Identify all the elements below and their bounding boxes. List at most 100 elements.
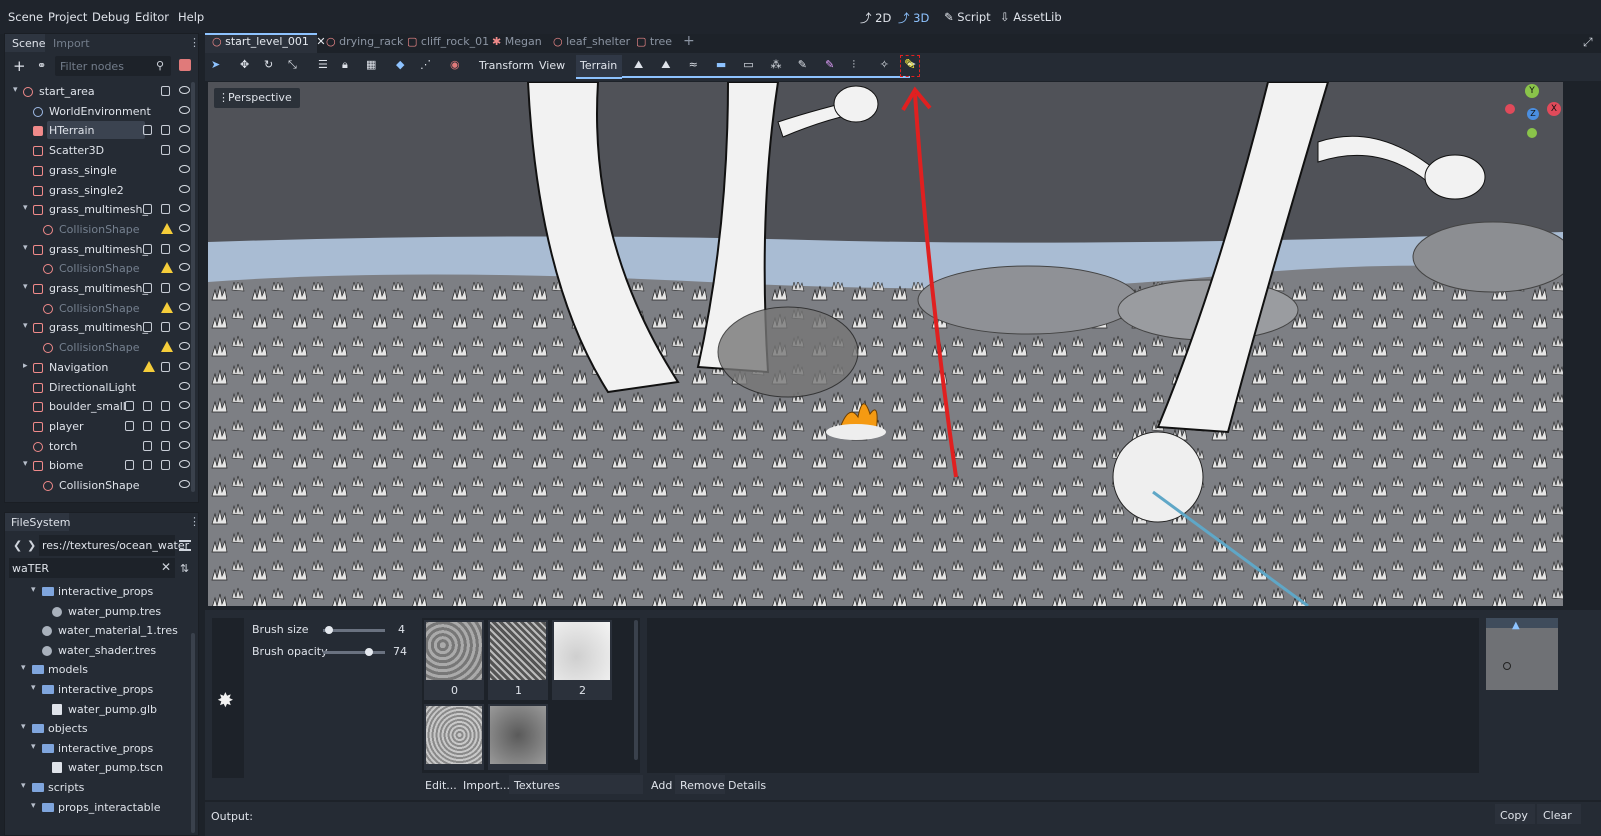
visibility-eye-icon[interactable] bbox=[179, 440, 190, 449]
color-icon[interactable]: ✎ bbox=[825, 58, 839, 72]
fold-toggle-icon[interactable]: ▾ bbox=[31, 742, 36, 752]
scene-tree-node[interactable]: Scatter3D bbox=[13, 141, 197, 161]
visibility-eye-icon[interactable] bbox=[179, 164, 190, 173]
visibility-eye-icon[interactable] bbox=[179, 361, 190, 370]
fold-toggle-icon[interactable]: ▾ bbox=[21, 663, 26, 673]
transform-menu[interactable]: Transform bbox=[479, 59, 534, 72]
3d-viewport[interactable]: ⋮ Perspective Y Z X bbox=[208, 82, 1563, 606]
rotate-tool-icon[interactable]: ↻ bbox=[264, 58, 278, 72]
fs-item[interactable]: water_pump.tscn bbox=[21, 758, 189, 778]
fs-item[interactable]: ▾ interactive_props bbox=[21, 739, 189, 759]
visibility-eye-icon[interactable] bbox=[179, 125, 190, 134]
gizmo-neg-x[interactable] bbox=[1505, 104, 1515, 114]
erode-icon[interactable]: ⁂ bbox=[771, 58, 785, 72]
animation-icon[interactable] bbox=[143, 420, 152, 431]
warning-icon[interactable] bbox=[161, 262, 173, 274]
layout-toggle-icon[interactable] bbox=[179, 540, 191, 551]
scale-tool-icon[interactable]: ⤡ bbox=[288, 58, 302, 72]
fs-search-input[interactable]: waTER ✕ bbox=[9, 558, 175, 578]
animation-icon[interactable] bbox=[143, 401, 152, 412]
snap-icon[interactable]: ⋰ bbox=[420, 58, 434, 72]
visibility-eye-icon[interactable] bbox=[179, 86, 190, 94]
scene-tree-node[interactable]: WorldEnvironment bbox=[13, 102, 197, 122]
view-menu[interactable]: View bbox=[539, 59, 565, 72]
brush-opacity-handle[interactable] bbox=[364, 648, 373, 656]
fold-toggle-icon[interactable]: ▾ bbox=[13, 85, 18, 95]
tab-megan[interactable]: ✱ Megan bbox=[492, 35, 542, 48]
level-icon[interactable]: ▬ bbox=[716, 58, 730, 72]
scene-tree-node[interactable]: grass_single2 bbox=[13, 181, 197, 201]
visibility-eye-icon[interactable] bbox=[179, 184, 190, 193]
visibility-eye-icon[interactable] bbox=[179, 302, 190, 311]
scene-tree-node[interactable]: player bbox=[13, 417, 197, 437]
texture-slot-4[interactable] bbox=[488, 704, 548, 770]
lock-icon[interactable] bbox=[161, 86, 170, 96]
mode-2d-button[interactable]: ⤴ 2D bbox=[860, 10, 891, 26]
script-icon[interactable] bbox=[161, 322, 170, 333]
script-icon[interactable] bbox=[161, 243, 170, 254]
path-input[interactable]: res://textures/ocean_water bbox=[39, 535, 189, 556]
visibility-eye-icon[interactable] bbox=[179, 223, 190, 232]
menu-project[interactable]: Project bbox=[48, 10, 87, 24]
terrain-menu[interactable]: Terrain bbox=[580, 59, 617, 72]
scene-tree-node[interactable]: ▾ biome bbox=[13, 456, 197, 476]
scene-tree-node[interactable]: CollisionShape bbox=[13, 259, 197, 279]
add-node-icon[interactable]: + bbox=[13, 57, 26, 75]
fs-item[interactable]: ▾ interactive_props bbox=[21, 582, 189, 602]
paint-icon[interactable]: ✎ bbox=[798, 58, 812, 72]
brush-shape-icon[interactable]: ✸ bbox=[217, 688, 234, 712]
visibility-eye-icon[interactable] bbox=[179, 283, 190, 291]
scene-tree-node[interactable]: CollisionShape bbox=[13, 338, 197, 358]
move-tool-icon[interactable]: ✥ bbox=[240, 58, 254, 72]
animation-icon[interactable] bbox=[143, 322, 152, 333]
visibility-eye-icon[interactable] bbox=[179, 381, 190, 390]
animation-icon[interactable] bbox=[143, 204, 152, 215]
dock-menu-icon[interactable]: ⋮ bbox=[189, 36, 200, 49]
import-textures-button[interactable]: Import... bbox=[463, 779, 510, 792]
lock-icon[interactable]: 🔒︎ bbox=[342, 58, 356, 72]
link-icon[interactable]: ⚭ bbox=[37, 59, 46, 72]
scene-tree-node[interactable]: DirectionalLight bbox=[13, 378, 197, 398]
fs-item[interactable]: water_material_1.tres bbox=[21, 621, 189, 641]
fs-item[interactable]: water_shader.tres bbox=[21, 641, 189, 661]
orientation-gizmo[interactable]: Y Z X bbox=[1503, 82, 1563, 142]
animation-icon[interactable] bbox=[143, 440, 152, 451]
brush-size-slider[interactable] bbox=[323, 626, 385, 634]
tab-leaf-shelter[interactable]: ○ leaf_shelter bbox=[553, 35, 630, 48]
fold-toggle-icon[interactable]: ▾ bbox=[31, 801, 36, 811]
scene-tree-node[interactable]: CollisionShape bbox=[13, 299, 197, 319]
scene-tree-node[interactable]: ▾ grass_multimesh_ bbox=[13, 318, 197, 338]
scene-tree-node[interactable]: torch bbox=[13, 437, 197, 457]
script-icon[interactable] bbox=[161, 401, 170, 412]
scene-tree-node[interactable]: ▾ grass_multimesh_ bbox=[13, 279, 197, 299]
group-icon[interactable] bbox=[125, 401, 134, 412]
group-icon[interactable] bbox=[143, 125, 152, 136]
visibility-eye-icon[interactable] bbox=[179, 480, 190, 488]
script-icon[interactable] bbox=[161, 420, 170, 431]
fs-item[interactable]: ▾ models bbox=[21, 660, 189, 680]
visibility-eye-icon[interactable] bbox=[179, 204, 190, 213]
visibility-eye-icon[interactable] bbox=[179, 342, 190, 351]
mode-assetlib-button[interactable]: ⇩ AssetLib bbox=[1000, 10, 1062, 24]
group-icon[interactable]: ▦ bbox=[366, 58, 380, 72]
add-detail-button[interactable]: Add bbox=[651, 779, 672, 792]
edit-textures-button[interactable]: Edit... bbox=[425, 779, 457, 792]
output-label[interactable]: Output: bbox=[211, 810, 253, 823]
forward-icon[interactable]: ❯ bbox=[27, 539, 36, 552]
texture-slot-0[interactable]: 0 bbox=[424, 620, 484, 700]
smooth-icon[interactable]: ≈ bbox=[689, 58, 703, 72]
script-attach-icon[interactable] bbox=[179, 59, 191, 71]
local-space-icon[interactable]: ◆ bbox=[396, 58, 410, 72]
clear-button[interactable]: Clear bbox=[1537, 804, 1581, 824]
fs-item[interactable]: water_pump.glb bbox=[21, 700, 189, 720]
warning-icon[interactable] bbox=[143, 360, 155, 372]
fs-item[interactable]: ▾ objects bbox=[21, 719, 189, 739]
fs-item[interactable]: water_pump.tres bbox=[21, 602, 189, 622]
scene-tree-node[interactable]: HTerrain bbox=[13, 121, 197, 141]
warning-icon[interactable] bbox=[161, 341, 173, 353]
group-icon[interactable] bbox=[125, 420, 134, 431]
tab-drying-rack[interactable]: ○ drying_rack bbox=[326, 35, 403, 48]
scene-tree-node[interactable]: boulder_small bbox=[13, 397, 197, 417]
menu-help[interactable]: Help bbox=[178, 10, 204, 24]
signal-icon[interactable] bbox=[125, 460, 134, 471]
